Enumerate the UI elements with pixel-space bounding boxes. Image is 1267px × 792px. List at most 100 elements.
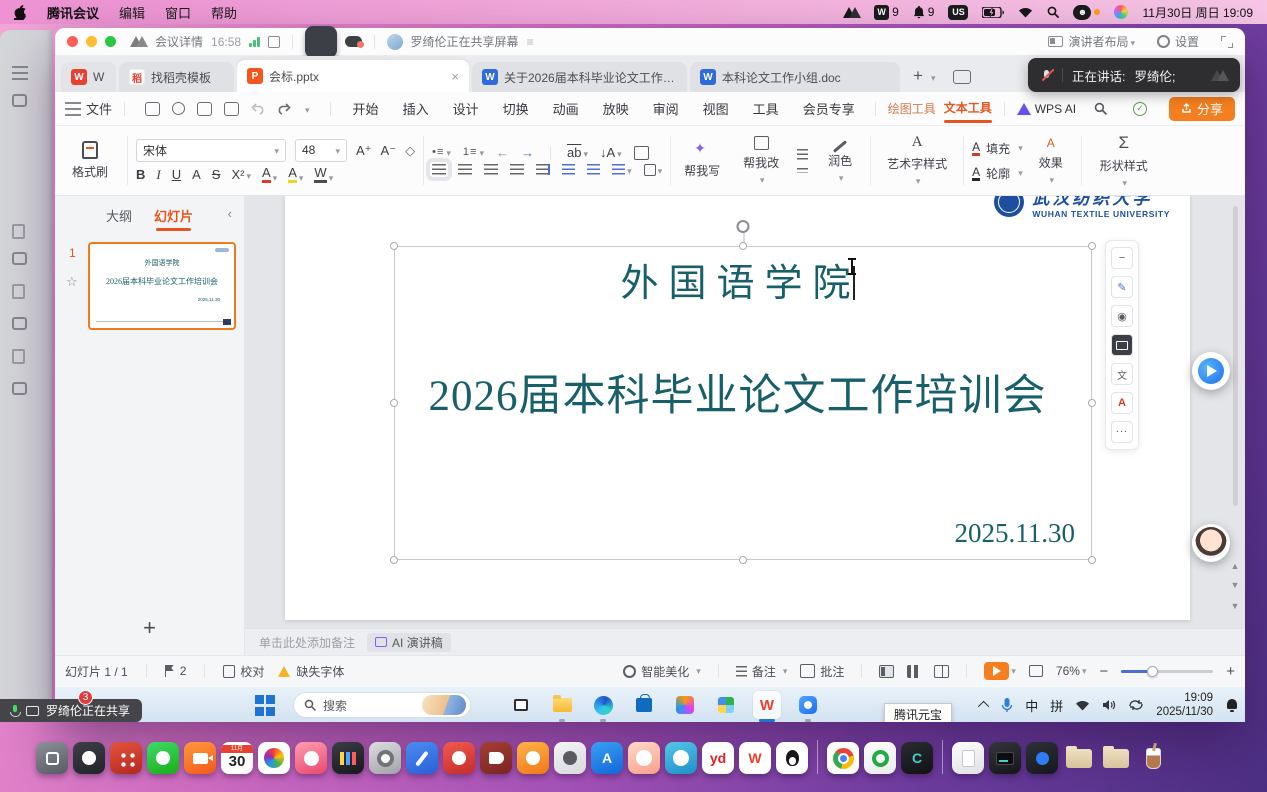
resize-handle-sw[interactable]	[390, 556, 398, 564]
bg-sidebar-item-icon[interactable]	[12, 252, 27, 265]
dock-photos-app[interactable]	[295, 742, 327, 774]
bg-sidebar-doc-icon[interactable]	[12, 224, 25, 239]
reading-view-button[interactable]	[934, 665, 949, 678]
more-quick-actions[interactable]	[303, 102, 310, 116]
dock-video-app[interactable]	[184, 742, 216, 774]
polish-button[interactable]: 润色	[818, 137, 862, 184]
play-slideshow-button[interactable]	[984, 662, 1016, 680]
tray-clock[interactable]: 19:092025/11/30	[1156, 691, 1213, 720]
distribute-button[interactable]	[536, 164, 550, 175]
file-menu[interactable]: 文件	[65, 99, 112, 118]
char-style-button[interactable]	[192, 168, 201, 181]
resize-handle-n[interactable]	[739, 242, 747, 250]
print-icon[interactable]	[197, 102, 212, 116]
dock-wps[interactable]: W	[739, 742, 771, 774]
flag-count-item[interactable]: 2	[165, 664, 187, 678]
numbered-list-button[interactable]	[463, 147, 484, 158]
spotlight-search-icon[interactable]	[1047, 6, 1059, 18]
align-right-button[interactable]	[484, 164, 498, 175]
menubar-app-name[interactable]: 腾讯会议	[47, 3, 99, 22]
meeting-float-button[interactable]	[1192, 352, 1230, 390]
ribbon-search-icon[interactable]	[1094, 102, 1107, 115]
print-preview-icon[interactable]	[224, 102, 239, 116]
dock-terminal[interactable]	[989, 742, 1021, 774]
dock-youdao[interactable]: yd	[702, 742, 734, 774]
zoom-button[interactable]	[105, 36, 116, 47]
dock-orange-app[interactable]	[517, 742, 549, 774]
comment-button[interactable]: 批注	[800, 663, 844, 680]
ime-mode[interactable]: 拼	[1050, 696, 1063, 715]
dock-media-app[interactable]: C	[901, 742, 933, 774]
translate-button[interactable]	[1111, 363, 1133, 385]
tab-list-dropdown[interactable]	[929, 70, 936, 84]
slide-date-text[interactable]: 2025.11.30	[955, 518, 1076, 549]
notification-status-item[interactable]: 9	[913, 5, 935, 19]
superscript-button[interactable]	[231, 168, 251, 181]
scroll-down-icon[interactable]: ▼	[1227, 580, 1243, 594]
proofread-button[interactable]: 校对	[223, 663, 264, 680]
align-center-button[interactable]	[458, 164, 472, 175]
decrease-font-button[interactable]	[381, 144, 397, 157]
bg-sidebar-item-icon[interactable]	[12, 382, 27, 395]
increase-font-button[interactable]	[356, 144, 372, 157]
menubar-menu-help[interactable]: 帮助	[211, 3, 237, 22]
close-tab-icon[interactable]: ×	[451, 69, 459, 84]
line-spacing-decrease-icon[interactable]	[587, 164, 600, 176]
menu-draw-tools[interactable]: 绘图工具	[888, 100, 936, 117]
wps-menu-item-9[interactable]: 工具	[753, 99, 779, 118]
wps-home-tab[interactable]: WWP	[61, 62, 116, 92]
wps-menu-item-2[interactable]: 插入	[403, 99, 429, 118]
italic-button[interactable]	[156, 168, 160, 181]
taskbar-edge[interactable]	[589, 691, 617, 719]
scroll-up-icon[interactable]: ▲	[1227, 561, 1243, 575]
tray-wifi-icon[interactable]	[1075, 700, 1090, 711]
slide-thumbnail[interactable]: 外国语学院 2026届本科毕业论文工作培训会 2025.11.30	[88, 242, 236, 330]
meeting-detail-link[interactable]: 会议详情	[155, 33, 203, 50]
resize-handle-ne[interactable]	[1088, 242, 1096, 250]
text-direction-button[interactable]	[600, 146, 622, 159]
menubar-datetime[interactable]: 11月30日 周日 19:09	[1142, 4, 1253, 21]
ime-language[interactable]: 中	[1025, 696, 1038, 715]
ai-revise-button[interactable]: 帮我改	[735, 136, 787, 186]
sharing-badge[interactable]: 罗绮伦正在共享 3	[0, 699, 142, 722]
char-spacing-button[interactable]	[567, 146, 588, 159]
paragraph-spacing-button[interactable]	[644, 164, 663, 176]
wps-tab-doc-notice[interactable]: W关于2026届本科毕业论文工作的通知	[472, 62, 687, 92]
collapse-panel-icon[interactable]: ‹	[228, 206, 232, 221]
user-switch-item[interactable]: ☻	[1073, 5, 1100, 20]
format-painter-button[interactable]: 格式刷	[61, 130, 119, 191]
resize-handle-nw[interactable]	[390, 242, 398, 250]
sync-ok-icon[interactable]: ✓	[1133, 102, 1147, 116]
layout-switcher[interactable]: 演讲者布局	[1048, 33, 1135, 50]
clip-icon[interactable]	[172, 102, 185, 115]
open-external-icon[interactable]	[268, 36, 280, 48]
wps-share-button[interactable]: 分享	[1169, 97, 1235, 121]
tray-sync-icon[interactable]	[1128, 699, 1144, 711]
dock-settings[interactable]	[369, 742, 401, 774]
dock-dark-app[interactable]	[73, 742, 105, 774]
tray-mic-icon[interactable]	[1001, 697, 1013, 713]
bg-sidebar-menu-icon[interactable]	[12, 66, 28, 80]
dock-folder-1[interactable]	[1063, 742, 1095, 774]
stamp-button[interactable]	[1111, 305, 1133, 327]
notes-toggle-button[interactable]: 备注	[736, 663, 788, 680]
bg-sidebar-window-icon[interactable]	[12, 94, 27, 107]
normal-view-button[interactable]	[879, 665, 894, 678]
convert-textbox-icon[interactable]	[634, 146, 649, 160]
zoom-out-button[interactable]: −	[1099, 663, 1108, 680]
dock-folder-2[interactable]	[1100, 742, 1132, 774]
missing-font-warning[interactable]: 缺失字体	[278, 663, 344, 680]
apple-logo-icon[interactable]	[14, 5, 27, 20]
windows-search-box[interactable]: 搜索	[293, 692, 471, 718]
wifi-icon[interactable]	[1018, 7, 1033, 18]
meeting-logo-icon[interactable]	[843, 7, 860, 18]
strikethrough-button[interactable]	[212, 168, 221, 181]
wps-menu-item-5[interactable]: 动画	[553, 99, 579, 118]
fit-window-button[interactable]	[1029, 665, 1043, 677]
font-color-button[interactable]: A	[262, 166, 277, 183]
underline-button[interactable]	[172, 168, 181, 181]
input-source-indicator[interactable]: US	[948, 5, 968, 20]
wps-menu-item-7[interactable]: 审阅	[653, 99, 679, 118]
line-spacing-button[interactable]	[612, 164, 632, 176]
shape-style-button[interactable]: 形状样式	[1090, 130, 1158, 191]
